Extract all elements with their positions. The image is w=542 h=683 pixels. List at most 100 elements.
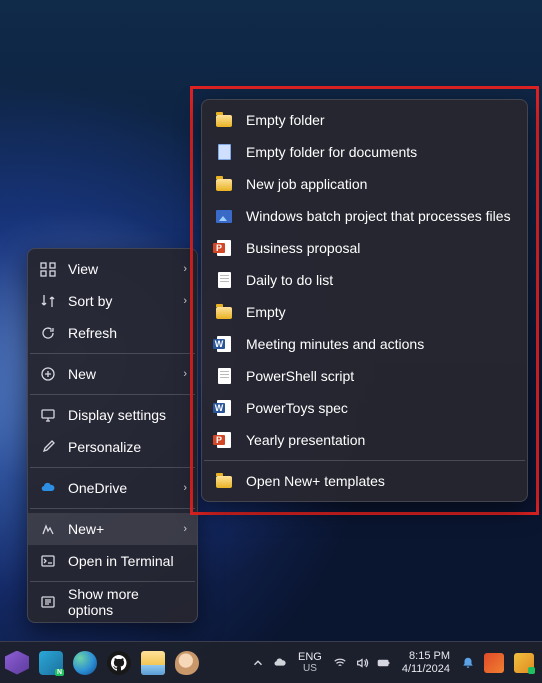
system-tray: ENG US 8:15 PM 4/11/2024	[250, 648, 536, 678]
ctx-personalize[interactable]: Personalize	[28, 431, 197, 463]
sm-label: Daily to do list	[246, 272, 333, 288]
sm-label: Yearly presentation	[246, 432, 365, 448]
sm-label: Windows batch project that processes fil…	[246, 208, 511, 224]
taskbar-app-edge[interactable]	[70, 648, 100, 678]
folder-icon	[216, 304, 232, 320]
sm-label: Empty folder for documents	[246, 144, 417, 160]
sm-label: PowerShell script	[246, 368, 354, 384]
newplus-template-item[interactable]: Yearly presentation	[202, 424, 527, 456]
tray-notification-icon[interactable]	[460, 655, 476, 671]
taskbar-app-paint[interactable]	[172, 648, 202, 678]
tray-lang2: US	[303, 663, 317, 675]
word-icon	[216, 336, 232, 352]
sm-label: Empty	[246, 304, 286, 320]
ctx-label: New	[68, 366, 177, 382]
sm-label: Open New+ templates	[246, 473, 385, 489]
sm-label: Business proposal	[246, 240, 360, 256]
cloud-icon	[40, 480, 56, 496]
ctx-refresh[interactable]: Refresh	[28, 317, 197, 349]
ppt-icon	[216, 432, 232, 448]
ctx-label: OneDrive	[68, 480, 177, 496]
ctx-view[interactable]: View ›	[28, 253, 197, 285]
chevron-right-icon: ›	[177, 523, 187, 535]
tray-volume-icon[interactable]	[354, 655, 370, 671]
tray-onedrive-icon[interactable]	[272, 655, 288, 671]
chevron-right-icon: ›	[177, 263, 187, 275]
word-icon	[216, 400, 232, 416]
ctx-label: Open in Terminal	[68, 553, 187, 569]
terminal-icon	[40, 553, 56, 569]
tray-app-1[interactable]	[482, 648, 506, 678]
ctx-open-terminal[interactable]: Open in Terminal	[28, 545, 197, 577]
sm-label: Meeting minutes and actions	[246, 336, 424, 352]
taskbar-app-github[interactable]	[104, 648, 134, 678]
newplus-template-item[interactable]: Empty	[202, 296, 527, 328]
ctx-label: Sort by	[68, 293, 177, 309]
docblue-icon	[216, 144, 232, 160]
newplus-highlight-box: Empty folder Empty folder for documents Ne…	[190, 86, 539, 515]
ctx-label: Refresh	[68, 325, 187, 341]
newplus-submenu: Empty folder Empty folder for documents Ne…	[201, 99, 528, 502]
newplus-template-item[interactable]: Business proposal	[202, 232, 527, 264]
ctx-display-settings[interactable]: Display settings	[28, 399, 197, 431]
newplus-template-item[interactable]: PowerShell script	[202, 360, 527, 392]
ctx-new[interactable]: New ›	[28, 358, 197, 390]
newplus-template-item[interactable]: PowerToys spec	[202, 392, 527, 424]
taskbar-apps: N	[2, 648, 202, 678]
taskbar-app-powertoys[interactable]: N	[36, 648, 66, 678]
refresh-icon	[40, 325, 56, 341]
ctx-label: Personalize	[68, 439, 187, 455]
tray-time: 8:15 PM	[402, 650, 450, 663]
chevron-right-icon: ›	[177, 295, 187, 307]
brush-icon	[40, 439, 56, 455]
tray-wifi-icon[interactable]	[332, 655, 348, 671]
ctx-label: New+	[68, 521, 177, 537]
newplus-template-item[interactable]: New job application	[202, 168, 527, 200]
menu-separator	[30, 394, 195, 395]
tray-battery-icon[interactable]	[376, 655, 392, 671]
newplus-template-item[interactable]: Meeting minutes and actions	[202, 328, 527, 360]
view-icon	[40, 261, 56, 277]
chevron-right-icon: ›	[177, 482, 187, 494]
tray-date: 4/11/2024	[402, 663, 450, 676]
folder-icon	[216, 473, 232, 489]
tray-app-2[interactable]	[512, 648, 536, 678]
ctx-show-more[interactable]: Show more options	[28, 586, 197, 618]
ppt-icon	[216, 240, 232, 256]
newplus-template-item[interactable]: Daily to do list	[202, 264, 527, 296]
display-icon	[40, 407, 56, 423]
ctx-label: View	[68, 261, 177, 277]
sm-label: PowerToys spec	[246, 400, 348, 416]
menu-separator	[30, 467, 195, 468]
chevron-right-icon: ›	[177, 368, 187, 380]
ctx-label: Show more options	[68, 586, 187, 618]
taskbar-app-visual-studio[interactable]	[2, 648, 32, 678]
tray-language[interactable]: ENG US	[294, 651, 326, 675]
tray-chevron-up-icon[interactable]	[250, 655, 266, 671]
newplus-open-templates[interactable]: Open New+ templates	[202, 465, 527, 497]
menu-separator	[30, 508, 195, 509]
ctx-onedrive[interactable]: OneDrive ›	[28, 472, 197, 504]
taskbar-app-file-explorer[interactable]	[138, 648, 168, 678]
image-icon	[216, 208, 232, 224]
menu-separator	[30, 581, 195, 582]
ctx-sort-by[interactable]: Sort by ›	[28, 285, 197, 317]
doc-icon	[216, 272, 232, 288]
newplus-template-item[interactable]: Windows batch project that processes fil…	[202, 200, 527, 232]
taskbar: N ENG US 8:15 PM 4/11/2024	[0, 641, 542, 683]
folder-icon	[216, 112, 232, 128]
newplus-template-item[interactable]: Empty folder	[202, 104, 527, 136]
more-options-icon	[40, 594, 56, 610]
tray-clock[interactable]: 8:15 PM 4/11/2024	[398, 650, 454, 676]
ctx-newplus[interactable]: New+ ›	[28, 513, 197, 545]
folder-icon	[216, 176, 232, 192]
newplus-icon	[40, 521, 56, 537]
newplus-template-item[interactable]: Empty folder for documents	[202, 136, 527, 168]
menu-separator	[204, 460, 525, 461]
desktop-context-menu: View › Sort by › Refresh New › Display s…	[27, 248, 198, 623]
tray-lang1: ENG	[298, 651, 322, 663]
sort-icon	[40, 293, 56, 309]
plus-circle-icon	[40, 366, 56, 382]
menu-separator	[30, 353, 195, 354]
ctx-label: Display settings	[68, 407, 187, 423]
